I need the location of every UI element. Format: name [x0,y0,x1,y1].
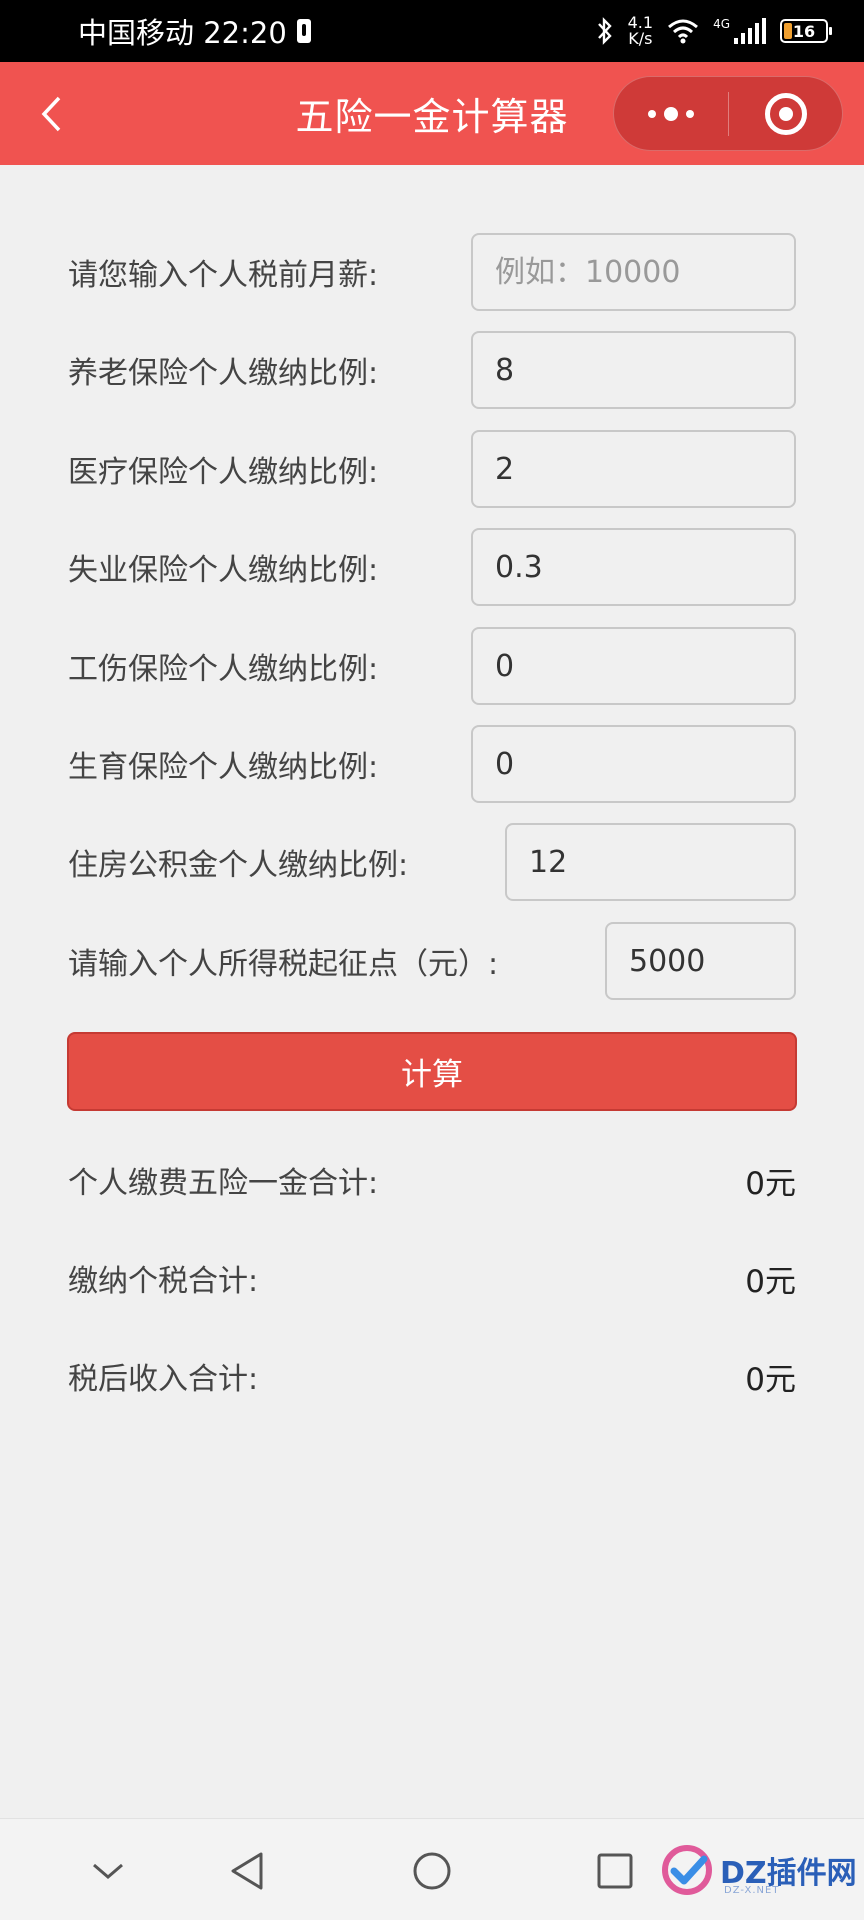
salary-label: 请您输入个人税前月薪: [68,258,379,293]
network-speed: 4.1 K/s [628,15,653,47]
chevron-left-icon [41,96,61,132]
wifi-icon [668,19,699,44]
battery-level: 16 [792,21,816,41]
net-income-label: 税后收入合计: [68,1362,259,1397]
carrier-time: 中国移动 22:20 [78,16,287,50]
more-icon [648,109,656,118]
tax-threshold-input[interactable] [605,922,796,1000]
dz-logo-icon [662,1845,712,1895]
square-recents-icon [597,1853,633,1889]
close-button[interactable] [729,77,842,150]
more-icon-right [686,109,694,118]
status-left: 中国移动 22:20 [78,10,311,52]
medical-label: 医疗保险个人缴纳比例: [68,455,379,490]
mini-program-capsule [613,76,843,151]
medical-rate-input[interactable] [471,430,796,508]
chevron-down-icon [93,1863,123,1879]
status-right: 4.1 K/s 4G 16 [596,15,832,47]
pension-label: 养老保险个人缴纳比例: [68,356,379,391]
notification-icon [296,19,311,43]
form-row-pension: 养老保险个人缴纳比例: [68,331,796,409]
form-row-housing-fund: 住房公积金个人缴纳比例: [68,823,796,901]
battery-icon: 16 [780,19,832,43]
status-bar: 中国移动 22:20 4.1 K/s 4G 16 [0,0,864,62]
unemployment-label: 失业保险个人缴纳比例: [68,553,379,588]
salary-input[interactable] [471,233,796,311]
insurance-total-label: 个人缴费五险一金合计: [68,1166,379,1201]
target-close-icon [764,92,807,135]
injury-label: 工伤保险个人缴纳比例: [68,652,379,687]
tax-total-value: 0元 [745,1263,796,1300]
home-button[interactable] [410,1849,454,1893]
injury-rate-input[interactable] [471,627,796,705]
bluetooth-icon [597,17,612,45]
back-nav-button[interactable] [225,1849,269,1893]
form-row-maternity: 生育保险个人缴纳比例: [68,725,796,803]
housing-fund-rate-input[interactable] [505,823,796,901]
result-row-tax-total: 缴纳个税合计: 0元 [68,1253,796,1303]
back-button[interactable] [36,96,66,132]
unemployment-rate-input[interactable] [471,528,796,606]
signal-icon [734,18,766,44]
form-row-salary: 请您输入个人税前月薪: [68,233,796,311]
calculate-button[interactable]: 计算 [67,1032,797,1111]
more-button[interactable] [614,77,728,150]
triangle-back-icon [231,1852,263,1890]
network-type: 4G [713,17,730,31]
insurance-total-value: 0元 [745,1165,796,1202]
housing-fund-label: 住房公积金个人缴纳比例: [68,848,409,883]
maternity-rate-input[interactable] [471,725,796,803]
pension-rate-input[interactable] [471,331,796,409]
maternity-label: 生育保险个人缴纳比例: [68,750,379,785]
form-row-unemployment: 失业保险个人缴纳比例: [68,528,796,606]
circle-home-icon [413,1852,451,1890]
collapse-button[interactable] [86,1849,130,1893]
result-row-insurance-total: 个人缴费五险一金合计: 0元 [68,1155,796,1205]
tax-threshold-label: 请输入个人所得税起征点（元）: [68,947,499,982]
watermark: DZ插件网 DZ-X.NET [660,1840,860,1900]
watermark-sub: DZ-X.NET [724,1885,780,1896]
speed-unit: K/s [628,29,653,48]
more-icon-center [664,106,678,121]
form-row-injury: 工伤保险个人缴纳比例: [68,627,796,705]
tax-total-label: 缴纳个税合计: [68,1264,259,1299]
net-income-value: 0元 [745,1361,796,1398]
nav-bar: 五险一金计算器 [0,62,864,165]
page-title: 五险一金计算器 [295,95,569,139]
recents-button[interactable] [593,1849,637,1893]
result-row-net-income: 税后收入合计: 0元 [68,1351,796,1401]
form-row-tax-threshold: 请输入个人所得税起征点（元）: [68,922,796,1000]
form-row-medical: 医疗保险个人缴纳比例: [68,430,796,508]
